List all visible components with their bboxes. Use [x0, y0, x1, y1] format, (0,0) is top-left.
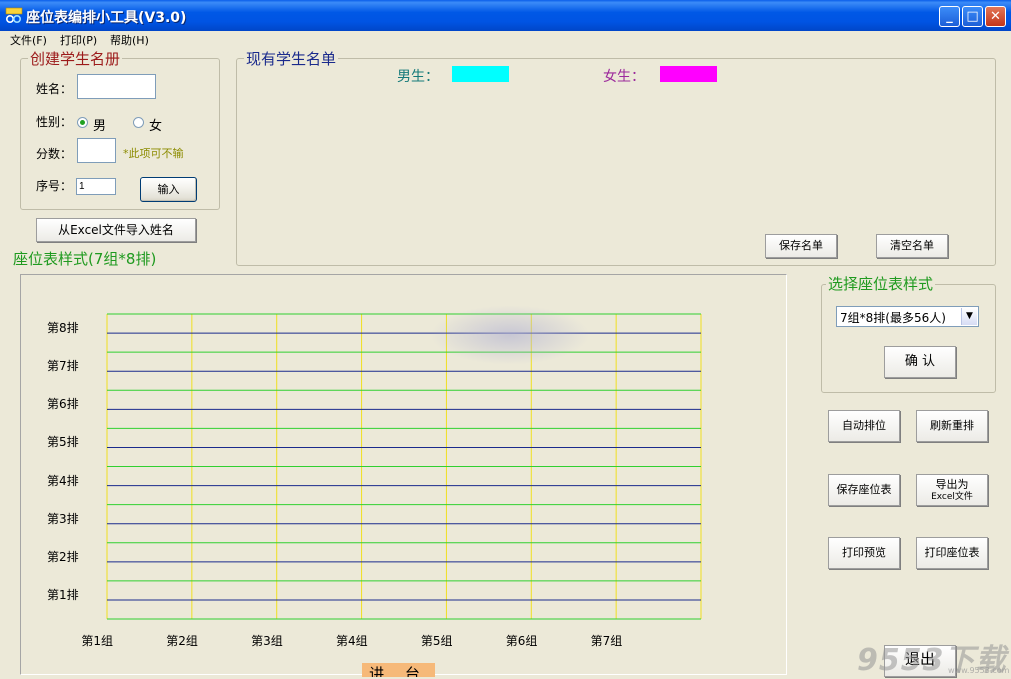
watermark-url: www.9553.com [948, 666, 1010, 675]
print-preview-button[interactable]: 打印预览 [828, 537, 900, 569]
refresh-button[interactable]: 刷新重排 [916, 410, 988, 442]
row-label: 第6排 [47, 397, 79, 412]
confirm-button[interactable]: 确 认 [884, 346, 956, 378]
export-label-line1: 导出为 [935, 478, 969, 491]
group-label: 第5组 [420, 634, 453, 648]
group-label: 第6组 [505, 634, 538, 648]
group-label: 第4组 [336, 634, 368, 648]
save-seat-button[interactable]: 保存座位表 [828, 474, 900, 506]
choose-style-title: 选择座位表样式 [826, 273, 936, 294]
blurred-area [430, 305, 590, 365]
group-label: 第3组 [251, 634, 283, 648]
export-excel-button[interactable]: 导出为 Excel文件 [916, 474, 988, 506]
print-seat-button[interactable]: 打印座位表 [916, 537, 988, 569]
row-label: 第4排 [47, 473, 79, 488]
seat-style-dropdown[interactable]: 7组*8排(最多56人) ▼ [836, 306, 979, 327]
chevron-down-icon[interactable]: ▼ [961, 308, 977, 325]
row-label: 第8排 [47, 321, 79, 336]
row-label: 第2排 [47, 549, 79, 564]
seat-style-selected: 7组*8排(最多56人) [840, 311, 946, 325]
row-label: 第7排 [47, 359, 79, 374]
row-label: 第1排 [47, 587, 79, 602]
row-label: 第5排 [47, 435, 79, 450]
group-label: 第2组 [166, 634, 198, 648]
auto-seat-button[interactable]: 自动排位 [828, 410, 900, 442]
row-label: 第3排 [47, 511, 79, 526]
group-label: 第7组 [590, 634, 623, 648]
export-label-line2: Excel文件 [931, 492, 973, 502]
group-label: 第1组 [81, 634, 114, 648]
